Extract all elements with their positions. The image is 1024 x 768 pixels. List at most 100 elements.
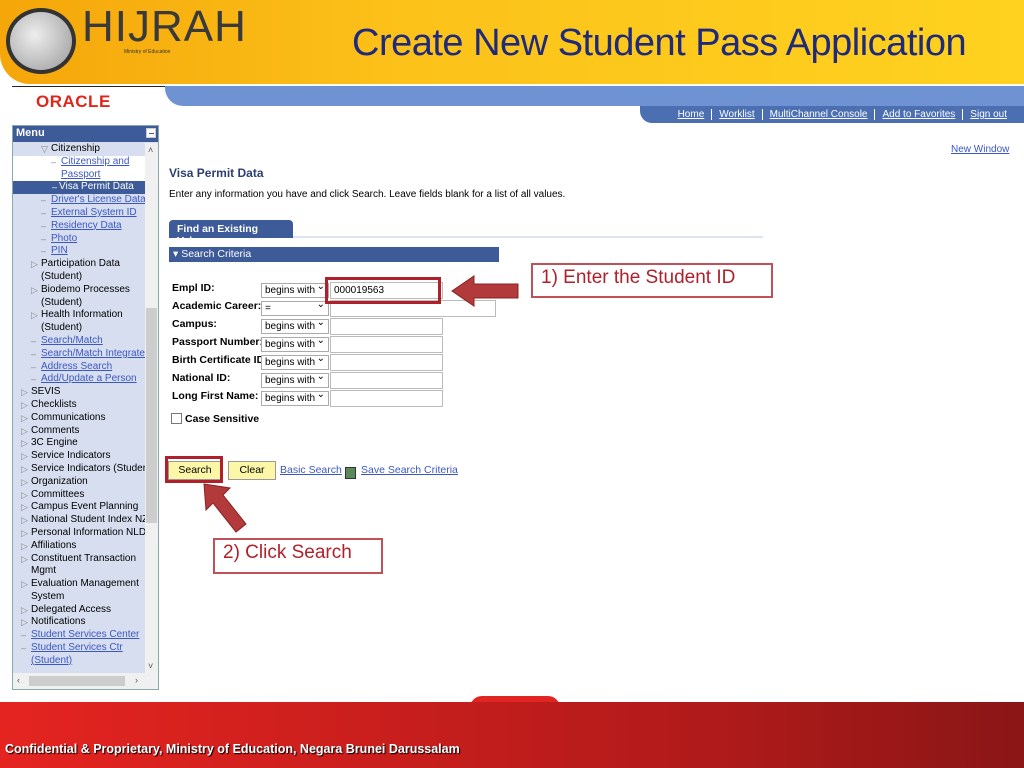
menu-item[interactable]: ▷ Biodemo Processes	[13, 284, 146, 297]
menu-item[interactable]: ▷ Notifications	[13, 616, 146, 629]
value-input[interactable]	[330, 390, 443, 407]
save-icon[interactable]	[345, 467, 356, 479]
case-sensitive-checkbox[interactable]	[171, 413, 182, 424]
tab-find-existing-value[interactable]: Find an Existing Value	[169, 220, 293, 247]
menu-item[interactable]: ▷ Communications	[13, 412, 146, 425]
menu-item[interactable]: ▷ Service Indicators	[13, 450, 146, 463]
menu-item-label: (Student)	[31, 654, 73, 666]
dash-icon: –	[31, 374, 37, 385]
menu-item-label: Driver's License Data	[51, 194, 146, 206]
menu-item[interactable]: ▷ Affiliations	[13, 540, 146, 553]
menu-item-label: Add/Update a Person	[41, 373, 137, 385]
menu-item-label: Student Services Center	[31, 629, 140, 641]
collapsed-icon: ▷	[31, 310, 38, 321]
menu-item[interactable]: – External System ID	[13, 207, 146, 220]
collapsed-icon: ▷	[21, 399, 28, 410]
menu-item[interactable]: – Student Services Center	[13, 629, 146, 642]
horizontal-scrollbar[interactable]: ‹ ›	[13, 673, 158, 689]
value-input[interactable]	[330, 372, 443, 389]
operator-select[interactable]: begins with	[261, 389, 329, 406]
dash-icon: –	[52, 182, 58, 193]
clear-button[interactable]: Clear	[228, 461, 276, 480]
menu-item-label: Committees	[31, 488, 85, 500]
value-input[interactable]	[330, 354, 443, 371]
dash-icon: –	[51, 156, 57, 167]
scroll-down-icon[interactable]: ˅	[148, 661, 153, 671]
menu-item-label: SEVIS	[31, 386, 61, 398]
menu-item[interactable]: ▷ Health Information	[13, 309, 146, 322]
scroll-left-icon[interactable]: ‹	[17, 675, 20, 685]
menu-item[interactable]: ▷ Evaluation Management	[13, 578, 146, 591]
menu-item-label: Health Information	[41, 309, 123, 321]
save-search-criteria-link[interactable]: Save Search Criteria	[361, 464, 458, 476]
arrow-left-icon	[451, 275, 519, 307]
menu-item-label: Evaluation Management	[31, 578, 139, 590]
menu-item-label: System	[31, 590, 65, 602]
menu-item[interactable]: – Address Search	[13, 361, 146, 374]
basic-search-link[interactable]: Basic Search	[280, 464, 342, 476]
header-bar	[165, 86, 1024, 106]
scroll-up-icon[interactable]: ˄	[148, 145, 153, 155]
scroll-thumb[interactable]	[146, 308, 157, 523]
menu-item[interactable]: – Search/Match Integrated	[13, 348, 146, 361]
menu-item[interactable]: – Search/Match	[13, 335, 146, 348]
menu-item[interactable]: ▷ Participation Data	[13, 258, 146, 271]
operator-select[interactable]: begins with	[261, 281, 329, 298]
highlight-search-button	[165, 456, 223, 483]
operator-select[interactable]: begins with	[261, 317, 329, 334]
menu-item[interactable]: ▽ Citizenship	[13, 143, 146, 156]
collapse-icon[interactable]	[146, 128, 156, 138]
menu-item[interactable]: – PIN	[13, 245, 146, 258]
callout-step2: 2) Click Search	[213, 538, 383, 574]
menu-item[interactable]: ▷ Personal Information NLD	[13, 527, 146, 540]
menu-item-label: Comments	[31, 424, 80, 436]
menu-item[interactable]: ▷ Campus Event Planning	[13, 501, 146, 514]
arrow-up-left-icon	[203, 483, 247, 533]
vertical-scrollbar[interactable]: ˄ ˅	[145, 143, 158, 673]
nav-worklist[interactable]: Worklist	[711, 109, 761, 120]
collapsed-icon: ▷	[21, 617, 28, 628]
nav-sign-out[interactable]: Sign out	[962, 109, 1014, 120]
menu-item: Mgmt	[13, 565, 146, 578]
menu-item[interactable]: ▷ Delegated Access	[13, 604, 146, 617]
menu-item[interactable]: – Driver's License Data	[13, 194, 146, 207]
collapsed-icon: ▷	[21, 489, 28, 500]
menu-item[interactable]: ▷ Organization	[13, 476, 146, 489]
operator-select[interactable]: begins with	[261, 371, 329, 388]
menu-item[interactable]: – Photo	[13, 233, 146, 246]
collapsed-icon: ▷	[21, 527, 28, 538]
nav-multichannel-console[interactable]: MultiChannel Console	[761, 109, 875, 120]
menu-item[interactable]: – Add/Update a Person	[13, 373, 146, 386]
menu-item[interactable]: – Residency Data	[13, 220, 146, 233]
scroll-thumb[interactable]	[29, 676, 125, 686]
menu-item-label: Biodemo Processes	[41, 283, 130, 295]
dash-icon: –	[31, 335, 37, 346]
operator-select[interactable]: begins with	[261, 353, 329, 370]
value-input[interactable]	[330, 318, 443, 335]
operator-select[interactable]: begins with	[261, 335, 329, 352]
new-window-link[interactable]: New Window	[951, 144, 1009, 155]
operator-select[interactable]: =	[261, 299, 329, 316]
nav-home[interactable]: Home	[671, 109, 712, 120]
nav-add-to-favorites[interactable]: Add to Favorites	[874, 109, 962, 120]
menu-item[interactable]: – Citizenship and	[13, 155, 146, 169]
search-criteria-header[interactable]: ▾ Search Criteria	[169, 247, 499, 262]
menu-item[interactable]: ▷ Constituent Transaction	[13, 553, 146, 566]
menu-item[interactable]: ▷ Comments	[13, 425, 146, 438]
nav-bar: Home Worklist MultiChannel Console Add t…	[640, 106, 1024, 123]
menu-item[interactable]: ▷ Service Indicators (Student)	[13, 463, 146, 476]
menu-item[interactable]: ▷ Checklists	[13, 399, 146, 412]
menu-item[interactable]: ▷ National Student Index NZL	[13, 514, 146, 527]
value-input[interactable]	[330, 336, 443, 353]
menu-item-label: Visa Permit Data	[59, 181, 134, 193]
menu-item[interactable]: – Visa Permit Data	[13, 181, 146, 195]
menu-item[interactable]: ▷ 3C Engine	[13, 437, 146, 450]
menu-item[interactable]: ▷ SEVIS	[13, 386, 146, 399]
menu-item: System	[13, 591, 146, 604]
menu-item[interactable]: ▷ Committees	[13, 489, 146, 502]
menu-item: (Student)	[13, 322, 146, 335]
menu-item-label: Address Search	[41, 360, 113, 372]
menu-item[interactable]: – Student Services Ctr	[13, 642, 146, 655]
menu-item-label: Passport	[61, 168, 101, 180]
scroll-right-icon[interactable]: ›	[135, 675, 138, 685]
